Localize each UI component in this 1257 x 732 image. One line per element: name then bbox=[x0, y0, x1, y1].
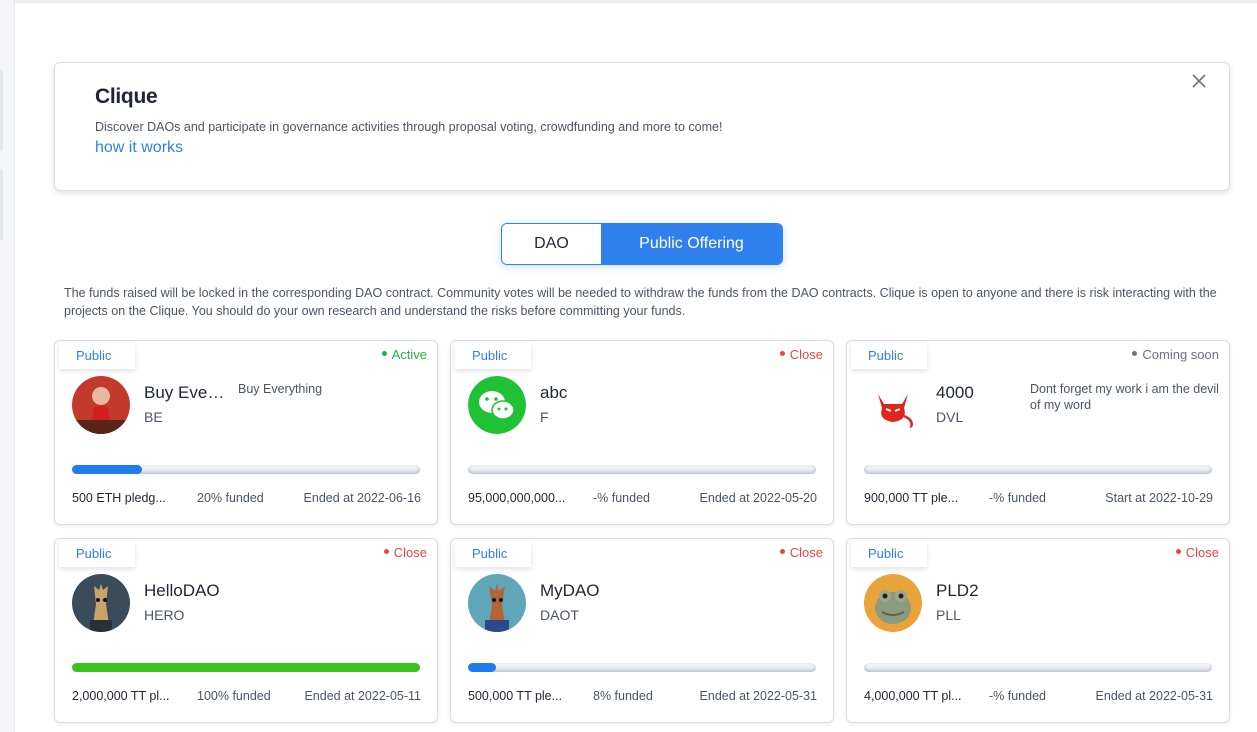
progress-bar bbox=[72, 663, 420, 672]
visibility-badge: Public bbox=[59, 343, 135, 369]
project-name: HelloDAO bbox=[144, 581, 220, 600]
funded-percent: 100% funded bbox=[197, 689, 271, 703]
status-badge: Active bbox=[381, 347, 427, 362]
funded-percent: -% funded bbox=[989, 491, 1046, 505]
offering-date: Ended at 2022-05-11 bbox=[304, 689, 421, 703]
intro-panel: Clique Discover DAOs and participate in … bbox=[54, 62, 1230, 191]
raised-amount: 900,000 TT ple... bbox=[864, 491, 959, 505]
offering-card[interactable]: Public Coming soon 4000 DVL Dont forget … bbox=[846, 340, 1230, 525]
status-badge: Close bbox=[779, 545, 823, 560]
progress-bar bbox=[72, 465, 420, 474]
offering-card[interactable]: Public Close abc F 95,000,000,000... -% … bbox=[450, 340, 834, 525]
status-label: Close bbox=[789, 347, 823, 362]
offering-date: Start at 2022-10-29 bbox=[1105, 491, 1213, 505]
raised-amount: 2,000,000 TT pl... bbox=[72, 689, 170, 703]
visibility-badge: Public bbox=[59, 541, 135, 567]
project-name: 4000 bbox=[936, 383, 974, 402]
progress-bar bbox=[864, 663, 1212, 672]
project-name: MyDAO bbox=[540, 581, 600, 600]
project-symbol: DVL bbox=[936, 409, 964, 425]
project-symbol: F bbox=[540, 409, 549, 425]
offering-card[interactable]: Public Close PLD2 PLL 4,000,000 TT pl...… bbox=[846, 538, 1230, 723]
status-badge: Close bbox=[1175, 545, 1219, 560]
offering-card[interactable]: Public Close MyDAO DAOT 500,000 TT ple..… bbox=[450, 538, 834, 723]
funded-percent: 20% funded bbox=[197, 491, 264, 505]
offering-date: Ended at 2022-05-20 bbox=[699, 491, 817, 505]
top-bar bbox=[0, 0, 1257, 3]
visibility-badge: Public bbox=[851, 343, 927, 369]
avatar bbox=[468, 574, 526, 632]
intro-description: Discover DAOs and participate in governa… bbox=[95, 120, 723, 134]
avatar bbox=[864, 376, 922, 434]
raised-amount: 95,000,000,000... bbox=[468, 491, 566, 505]
status-badge: Coming soon bbox=[1132, 347, 1219, 362]
status-dot-icon bbox=[1132, 351, 1138, 357]
offering-card[interactable]: Public Close HelloDAO HERO 2,000,000 TT … bbox=[54, 538, 438, 723]
tab-dao[interactable]: DAO bbox=[502, 224, 601, 264]
project-description: Dont forget my work i am the devil of my… bbox=[1030, 382, 1219, 412]
progress-bar bbox=[468, 465, 816, 474]
status-label: Close bbox=[1185, 545, 1219, 560]
left-rail bbox=[0, 0, 15, 732]
status-dot-icon bbox=[779, 351, 785, 357]
avatar bbox=[72, 376, 130, 434]
tab-public-offering[interactable]: Public Offering bbox=[601, 224, 782, 264]
progress-bar bbox=[864, 465, 1212, 474]
status-dot-icon bbox=[779, 549, 785, 555]
project-symbol: PLL bbox=[936, 607, 961, 623]
visibility-badge: Public bbox=[851, 541, 927, 567]
project-description: Buy Everything bbox=[238, 382, 323, 396]
project-symbol: BE bbox=[144, 409, 163, 425]
status-dot-icon bbox=[1175, 549, 1181, 555]
funded-percent: -% funded bbox=[593, 491, 650, 505]
avatar bbox=[468, 376, 526, 434]
offering-date: Ended at 2022-05-31 bbox=[699, 689, 817, 703]
offering-card[interactable]: Public Active Buy Ever... BE Buy Everyth… bbox=[54, 340, 438, 525]
funded-percent: -% funded bbox=[989, 689, 1046, 703]
status-badge: Close bbox=[779, 347, 823, 362]
progress-fill bbox=[468, 663, 496, 672]
project-symbol: HERO bbox=[144, 607, 185, 623]
close-icon[interactable] bbox=[1189, 71, 1209, 91]
raised-amount: 4,000,000 TT pl... bbox=[864, 689, 962, 703]
project-name: PLD2 bbox=[936, 581, 979, 600]
offering-date: Ended at 2022-05-31 bbox=[1095, 689, 1213, 703]
project-name: abc bbox=[540, 383, 568, 402]
visibility-badge: Public bbox=[455, 343, 531, 369]
avatar bbox=[72, 574, 130, 632]
rail-marker bbox=[0, 70, 3, 150]
project-symbol: DAOT bbox=[540, 607, 579, 623]
status-label: Close bbox=[789, 545, 823, 560]
raised-amount: 500,000 TT ple... bbox=[468, 689, 563, 703]
page-title: Clique bbox=[95, 85, 158, 108]
progress-bar bbox=[468, 663, 816, 672]
avatar bbox=[864, 574, 922, 632]
offering-date: Ended at 2022-06-16 bbox=[303, 491, 421, 505]
how-it-works-link[interactable]: how it works bbox=[95, 139, 183, 157]
raised-amount: 500 ETH pledg... bbox=[72, 491, 166, 505]
project-name: Buy Ever... bbox=[144, 383, 226, 402]
status-badge: Close bbox=[383, 545, 427, 560]
status-dot-icon bbox=[381, 351, 387, 357]
status-label: Coming soon bbox=[1142, 347, 1219, 362]
status-dot-icon bbox=[383, 549, 389, 555]
status-label: Active bbox=[391, 347, 427, 362]
status-label: Close bbox=[393, 545, 427, 560]
funded-percent: 8% funded bbox=[593, 689, 653, 703]
risk-notice: The funds raised will be locked in the c… bbox=[64, 286, 1217, 318]
rail-marker bbox=[0, 170, 3, 240]
progress-fill bbox=[72, 663, 420, 672]
view-tabs: DAO Public Offering bbox=[501, 223, 783, 265]
visibility-badge: Public bbox=[455, 541, 531, 567]
progress-fill bbox=[72, 465, 142, 474]
